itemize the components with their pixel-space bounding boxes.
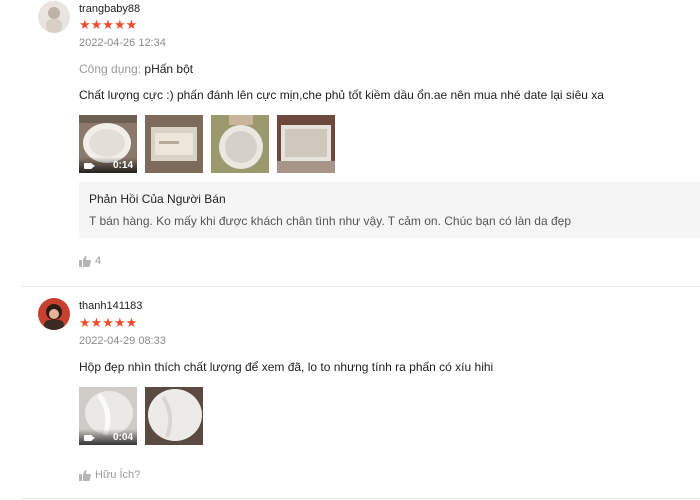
- review-divider: [21, 498, 700, 499]
- seller-reply-text: T bán hàng. Ko mấy khi được khách chân t…: [89, 214, 572, 228]
- avatar-image: [38, 298, 70, 330]
- review-item: trangbaby88 ★★★★★ 2022-04-26 12:34 Công …: [0, 0, 700, 285]
- product-attribute: Công dụng: pHấn bột: [79, 62, 193, 76]
- video-duration: 0:04: [112, 432, 133, 443]
- photo-image: [277, 115, 335, 173]
- avatar[interactable]: [38, 1, 70, 33]
- media-list: 0:14: [79, 115, 335, 173]
- photo-image: [211, 115, 269, 173]
- video-thumbnail[interactable]: 0:14: [79, 115, 137, 173]
- helpful-button[interactable]: Hữu Ích?: [79, 469, 140, 481]
- media-list: 0:04: [79, 387, 203, 445]
- username[interactable]: thanh141183: [79, 300, 142, 312]
- thumbs-up-icon: [79, 255, 91, 267]
- avatar[interactable]: [38, 298, 70, 330]
- like-count: 4: [95, 255, 102, 267]
- image-thumbnail[interactable]: [211, 115, 269, 173]
- star-rating: ★★★★★: [79, 315, 138, 330]
- review-comment: Chất lượng cực :) phấn đánh lên cực mịn,…: [79, 88, 604, 102]
- photo-image: [145, 115, 203, 173]
- star-rating: ★★★★★: [79, 17, 138, 32]
- video-camera-icon: [84, 435, 95, 441]
- helpful-label: Hữu Ích?: [95, 469, 141, 481]
- avatar-image: [38, 1, 70, 33]
- photo-image: [145, 387, 203, 445]
- attribute-key: Công dụng:: [79, 62, 142, 76]
- review-comment: Hộp đẹp nhìn thích chất lượng để xem đã,…: [79, 360, 494, 374]
- thumbs-up-icon: [79, 469, 91, 481]
- like-button[interactable]: 4: [79, 255, 101, 267]
- review-time: 2022-04-26 12:34: [79, 37, 166, 49]
- seller-reply: Phản Hồi Của Người Bán T bán hàng. Ko mấ…: [79, 182, 700, 238]
- seller-reply-title: Phản Hồi Của Người Bán: [89, 192, 226, 206]
- review-item: thanh141183 ★★★★★ 2022-04-29 08:33 Hộp đ…: [0, 286, 700, 500]
- review-time: 2022-04-29 08:33: [79, 335, 166, 347]
- attribute-value: pHấn bột: [144, 62, 194, 76]
- image-thumbnail[interactable]: [277, 115, 335, 173]
- video-thumbnail[interactable]: 0:04: [79, 387, 137, 445]
- image-thumbnail[interactable]: [145, 387, 203, 445]
- image-thumbnail[interactable]: [145, 115, 203, 173]
- video-camera-icon: [84, 163, 95, 169]
- video-duration: 0:14: [112, 160, 133, 171]
- username[interactable]: trangbaby88: [79, 3, 140, 15]
